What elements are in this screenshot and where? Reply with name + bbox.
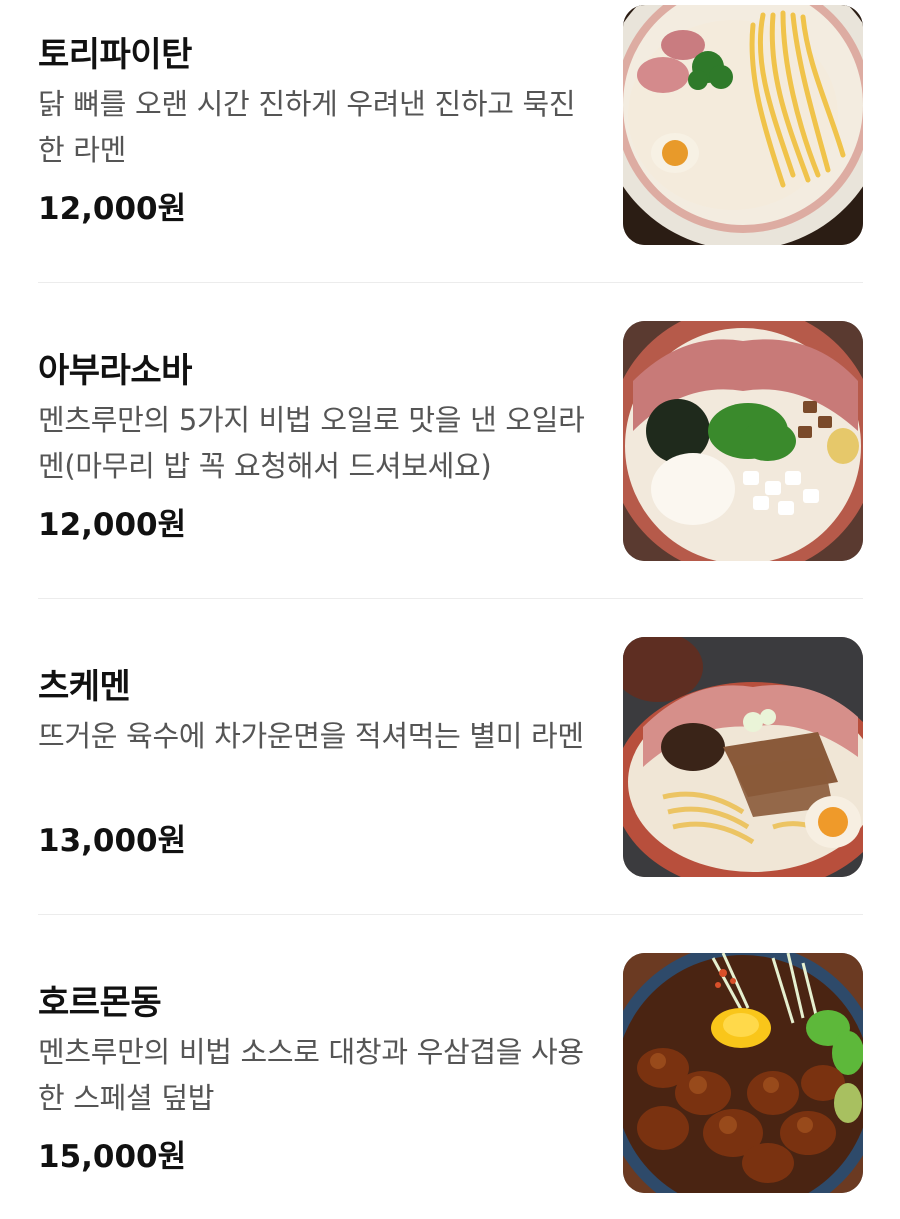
ramen-photo[interactable]: [623, 5, 863, 245]
menu-item-name: 호르몬동: [38, 983, 162, 1023]
hormondon-image: [623, 953, 863, 1193]
menu-item-description: 멘츠루만의 비법 소스로 대창과 우삼겹을 사용한 스페셜 덮밥: [38, 1035, 584, 1115]
tsukemen-image: [623, 637, 863, 877]
menu-item-price: 12,000원: [38, 191, 187, 227]
menu-item-name: 츠케멘: [38, 667, 131, 707]
menu-item-hormondon[interactable]: 호르몬동 멘츠루만의 비법 소스로 대창과 우삼겹을 사용한 스페셜 덮밥 15…: [38, 953, 863, 1193]
menu-item-aburasoba[interactable]: 아부라소바 멘츠루만의 5가지 비법 오일로 맛을 낸 오일라멘(마무리 밥 꼭…: [38, 321, 863, 561]
ramen-photo[interactable]: [623, 637, 863, 877]
menu-item-tsukemen[interactable]: 츠케멘 뜨거운 육수에 차가운면을 적셔먹는 별미 라멘 13,000원: [38, 637, 863, 877]
toripaitan-image: [623, 5, 863, 245]
menu-item-description: 뜨거운 육수에 차가운면을 적셔먹는 별미 라멘: [38, 719, 584, 753]
menu-list: 토리파이탄 닭 뼈를 오랜 시간 진하게 우려낸 진하고 묵진한 라멘 12,0…: [0, 0, 900, 1219]
ramen-photo[interactable]: [623, 321, 863, 561]
menu-item-name: 아부라소바: [38, 351, 192, 391]
menu-item-toripaitan[interactable]: 토리파이탄 닭 뼈를 오랜 시간 진하게 우려낸 진하고 묵진한 라멘 12,0…: [38, 5, 863, 245]
divider: [38, 598, 863, 599]
divider: [38, 282, 863, 283]
menu-item-description: 멘츠루만의 5가지 비법 오일로 맛을 낸 오일라멘(마무리 밥 꼭 요청해서 …: [38, 403, 585, 483]
menu-item-description: 닭 뼈를 오랜 시간 진하게 우려낸 진하고 묵진한 라멘: [38, 87, 576, 167]
aburasoba-image: [623, 321, 863, 561]
rice-bowl-photo[interactable]: [623, 953, 863, 1193]
menu-item-price: 15,000원: [38, 1139, 187, 1175]
divider: [38, 914, 863, 915]
menu-item-price: 12,000원: [38, 507, 187, 543]
menu-item-name: 토리파이탄: [38, 35, 192, 75]
menu-item-price: 13,000원: [38, 823, 187, 859]
